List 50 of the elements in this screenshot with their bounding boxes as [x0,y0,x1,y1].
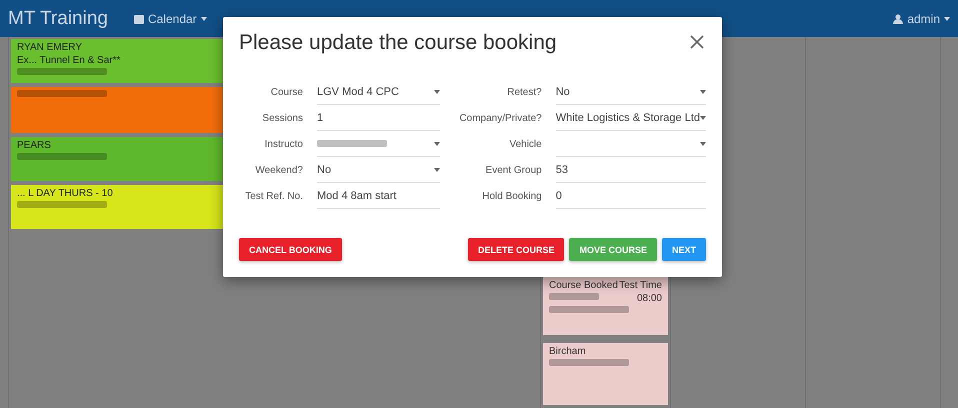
redacted-text [549,293,599,300]
event-card[interactable] [11,87,224,133]
caret-icon [434,90,440,94]
user-icon [893,14,904,24]
event-text: PEARS [17,140,51,151]
caret-icon [700,90,706,94]
select-field[interactable]: No [317,158,440,182]
input-field[interactable]: 0 [556,184,706,208]
field-label: Hold Booking [481,190,542,202]
field-label: Event Group [484,164,542,176]
event-text: ... L DAY THURS - 10 [17,188,113,199]
close-button[interactable] [690,35,706,51]
select-field[interactable]: No [556,80,706,104]
action-button[interactable]: CANCEL BOOKING [239,238,342,261]
nav-item[interactable]: Calendar [134,12,207,26]
brand-title[interactable]: MT Training [8,8,108,30]
field-label: Sessions [261,112,303,124]
event-card[interactable]: Course BookedTest Time 08:00 [543,277,668,335]
user-menu[interactable]: admin [893,12,950,26]
caret-icon [434,142,440,146]
event-text: 08:00 [636,293,662,304]
field-label: Company/Private? [458,112,542,124]
action-button[interactable]: DELETE COURSE [468,238,564,261]
event-text: Course Booked [549,280,618,291]
select-field[interactable]: LGV Mod 4 CPC [317,80,440,104]
field-label: Weekend? [254,164,303,176]
caret-icon [700,116,706,120]
dialog-title: Please update the course booking [239,31,557,55]
caret-icon [200,16,207,20]
input-field[interactable]: 1 [317,106,440,130]
field-label: Vehicle [508,138,542,150]
field-label: Test Ref. No. [244,190,303,202]
select-field[interactable]: White Logistics & Storage Ltd [556,106,706,130]
event-text: Bircham [549,346,586,357]
event-text: Test Time [619,280,662,291]
caret-icon [700,142,706,146]
event-text: RYAN EMERY [17,42,82,53]
event-card[interactable]: RYAN EMERY Ex... Tunnel En & Sar** [11,39,224,83]
event-text: Ex... Tunnel En & Sar** [17,55,120,66]
input-field[interactable]: Mod 4 8am start [317,184,440,208]
calendar-icon [134,14,144,24]
field-label: Retest? [506,86,542,98]
input-field[interactable]: 53 [556,158,706,182]
event-card[interactable]: PEARS [11,137,224,181]
event-card[interactable]: Bircham [543,343,668,405]
caret-icon [434,168,440,172]
field-label: Course [270,86,303,98]
field-label: Instructo [264,138,303,150]
event-card[interactable]: ... L DAY THURS - 10 [11,185,224,229]
caret-icon [944,16,950,20]
